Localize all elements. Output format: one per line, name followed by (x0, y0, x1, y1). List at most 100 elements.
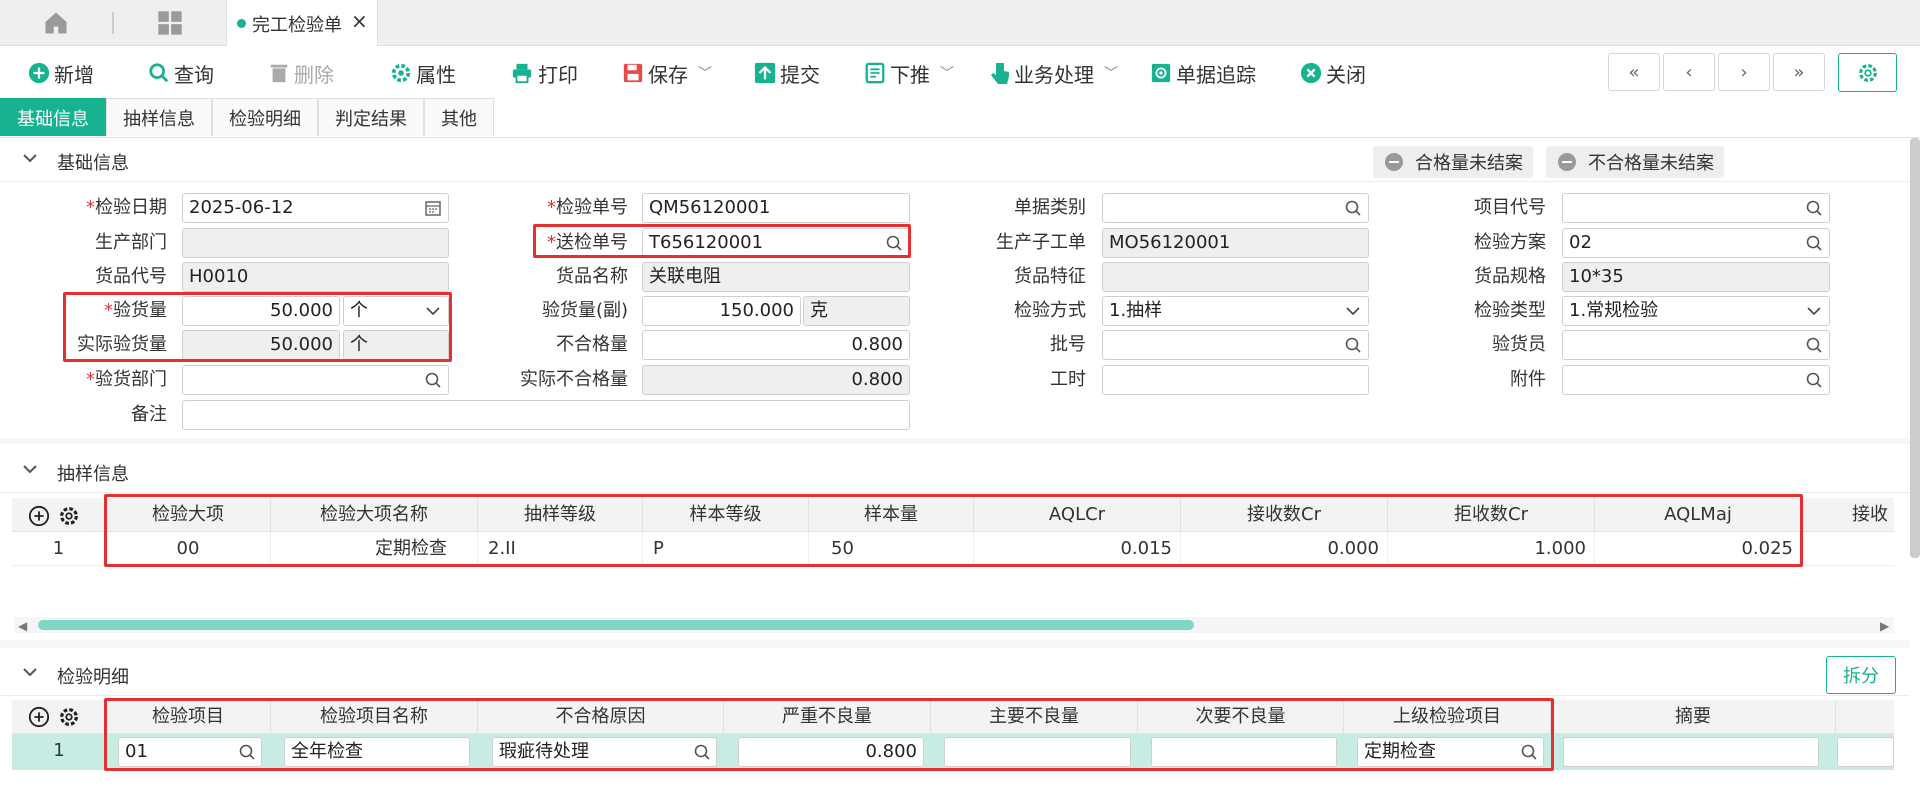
search-icon[interactable] (1344, 336, 1362, 354)
properties-label: 属性 (416, 62, 456, 87)
search-icon[interactable] (1805, 199, 1823, 217)
save-label: 保存 (648, 62, 688, 87)
project-code-field[interactable] (1562, 193, 1830, 223)
document-icon (865, 62, 885, 84)
item-feature-field (1102, 262, 1369, 292)
print-button[interactable]: 打印 (510, 58, 578, 88)
last-record-button[interactable]: » (1773, 53, 1825, 91)
inspect-method-select[interactable]: 1.抽样 (1102, 296, 1369, 326)
actual-unqualified-field: 0.800 (642, 365, 910, 395)
first-record-button[interactable]: « (1608, 53, 1660, 91)
scroll-right-icon[interactable]: ▶ (1880, 619, 1889, 633)
close-tab-icon[interactable]: × (351, 9, 368, 33)
push-down-label: 下推 (890, 62, 930, 87)
tab-completion-inspection[interactable]: 完工检验单 × (226, 0, 378, 46)
gear-icon[interactable] (58, 505, 80, 527)
home-icon[interactable] (42, 9, 70, 37)
attachment-field[interactable] (1562, 365, 1830, 395)
tab-judgement-result[interactable]: 判定结果 (318, 98, 424, 136)
tab-other[interactable]: 其他 (424, 98, 494, 136)
double-right-icon: » (1793, 61, 1805, 83)
upload-icon (754, 62, 776, 84)
section-title: 基础信息 (57, 153, 129, 174)
inspect-date-label: *检验日期 (86, 197, 167, 218)
delete-label: 删除 (294, 62, 334, 87)
scrollbar-thumb[interactable] (38, 620, 1194, 630)
actual-unqualified-label: 实际不合格量 (520, 369, 628, 390)
tab-basic-info[interactable]: 基础信息 (0, 98, 106, 136)
next-record-button[interactable]: › (1718, 53, 1770, 91)
row-number: 1 (53, 740, 65, 761)
grid-icon[interactable] (156, 9, 184, 37)
section-gap (0, 640, 1910, 648)
chevron-down-icon (1807, 307, 1821, 316)
search-icon[interactable] (1805, 371, 1823, 389)
submit-label: 提交 (780, 62, 820, 87)
inspector-label: 验货员 (1492, 334, 1546, 355)
close-button[interactable]: 关闭 (1300, 58, 1366, 88)
batch-label: 批号 (1050, 334, 1086, 355)
chevron-left-icon: ‹ (1685, 61, 1693, 83)
business-process-button[interactable]: 业务处理 ﹀ (990, 58, 1118, 88)
chevron-down-icon (23, 465, 37, 474)
business-label: 业务处理 (1014, 62, 1094, 87)
search-icon[interactable] (1344, 199, 1362, 217)
batch-field[interactable] (1102, 330, 1369, 360)
minus-circle-icon (1385, 153, 1403, 171)
submit-button[interactable]: 提交 (754, 58, 820, 88)
sampling-section-header[interactable]: 抽样信息 (0, 449, 1910, 493)
prev-record-button[interactable]: ‹ (1663, 53, 1715, 91)
doc-no-field[interactable]: QM56120001 (642, 193, 910, 223)
highlight-send-no-box (533, 224, 911, 258)
qty-sub-field[interactable]: 150.000 (642, 296, 801, 326)
tab-status-dot (237, 19, 246, 28)
unqualified-field[interactable]: 0.800 (642, 330, 910, 360)
chevron-down-icon[interactable]: ﹀ (940, 63, 954, 83)
query-button[interactable]: 查询 (148, 58, 214, 88)
printer-icon (512, 63, 532, 84)
tab-inspection-detail[interactable]: 检验明细 (212, 98, 318, 136)
add-row-icon[interactable] (28, 706, 50, 728)
separator (112, 12, 114, 34)
search-icon (149, 63, 169, 83)
detail-section-header[interactable]: 检验明细 (0, 652, 1910, 696)
settings-button[interactable] (1838, 53, 1897, 92)
vertical-scrollbar[interactable] (1910, 138, 1920, 558)
doc-type-field[interactable] (1102, 193, 1369, 223)
highlight-qty-box (63, 292, 452, 362)
doc-no-label: *检验单号 (547, 197, 628, 218)
work-hours-field[interactable] (1102, 365, 1369, 395)
tab-sampling-info[interactable]: 抽样信息 (106, 98, 212, 136)
qty-sub-label: 验货量(副) (541, 300, 628, 321)
push-down-button[interactable]: 下推 ﹀ (864, 58, 954, 88)
save-disk-icon (623, 63, 643, 83)
inspect-type-select[interactable]: 1.常规检验 (1562, 296, 1830, 326)
cell-summary[interactable] (1563, 737, 1819, 767)
calendar-icon[interactable] (424, 199, 442, 217)
col-header[interactable]: 摘要 (1551, 700, 1836, 734)
delete-button[interactable]: 删除 (268, 58, 334, 88)
add-button[interactable]: 新增 (28, 58, 94, 88)
spec-field: 10*35 (1562, 262, 1830, 292)
properties-button[interactable]: 属性 (390, 58, 456, 88)
save-button[interactable]: 保存 ﹀ (622, 58, 712, 88)
scroll-left-icon[interactable]: ◀ (18, 619, 27, 633)
remark-field[interactable] (182, 400, 910, 430)
cell-next[interactable] (1837, 737, 1894, 767)
search-icon[interactable] (1805, 234, 1823, 252)
inspector-field[interactable] (1562, 330, 1830, 360)
col-header[interactable]: 接收 (1802, 498, 1894, 532)
sub-order-field: MO56120001 (1102, 228, 1369, 258)
search-icon[interactable] (424, 371, 442, 389)
inspect-date-field[interactable]: 2025-06-12 (182, 193, 449, 223)
gear-icon[interactable] (58, 706, 80, 728)
inspect-dept-field[interactable] (182, 365, 449, 395)
chevron-down-icon[interactable]: ﹀ (1104, 63, 1118, 83)
scheme-field[interactable]: 02 (1562, 228, 1830, 258)
search-icon[interactable] (1805, 336, 1823, 354)
split-button[interactable]: 拆分 (1826, 656, 1896, 694)
minus-circle-icon (1558, 153, 1576, 171)
document-trace-button[interactable]: 单据追踪 (1150, 58, 1256, 88)
chevron-down-icon[interactable]: ﹀ (698, 63, 712, 83)
add-row-icon[interactable] (28, 505, 50, 527)
